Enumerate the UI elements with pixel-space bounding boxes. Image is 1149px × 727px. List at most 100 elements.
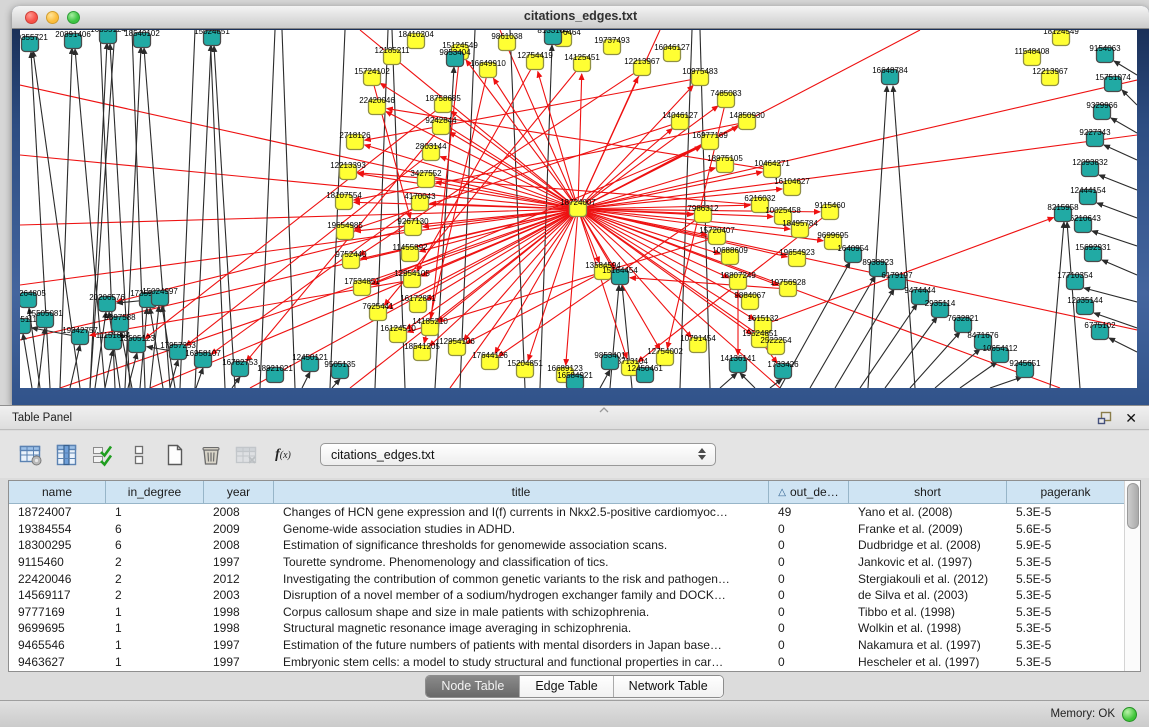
column-header-in_degree[interactable]: in_degree: [106, 481, 204, 503]
network-node[interactable]: 14125451: [564, 53, 600, 72]
cell-year[interactable]: 1998: [204, 621, 274, 635]
vertical-scrollbar[interactable]: [1124, 481, 1140, 671]
table-row[interactable]: 1872400712008Changes of HCN gene express…: [9, 504, 1125, 521]
network-node[interactable]: 9115460: [815, 201, 846, 220]
show-columns-button[interactable]: [52, 440, 82, 470]
cell-pagerank[interactable]: 5.3E-5: [1007, 588, 1125, 602]
network-node[interactable]: 14185210: [412, 317, 448, 336]
network-node[interactable]: 12754002: [647, 347, 683, 366]
network-node[interactable]: 9505135: [324, 360, 356, 379]
cell-in_degree[interactable]: 1: [106, 621, 204, 635]
network-node[interactable]: 7485083: [710, 89, 742, 108]
cell-in_degree[interactable]: 1: [106, 655, 204, 669]
cell-year[interactable]: 1997: [204, 555, 274, 569]
network-node[interactable]: 12213967: [1032, 67, 1068, 86]
cell-short[interactable]: Wolkin et al. (1998): [849, 621, 1007, 635]
cell-year[interactable]: 2003: [204, 588, 274, 602]
network-node[interactable]: 18107554: [326, 191, 362, 210]
cell-out_degree[interactable]: 0: [769, 555, 849, 569]
network-node[interactable]: 17644126: [472, 351, 508, 370]
cell-title[interactable]: Estimation of significance thresholds fo…: [274, 538, 769, 552]
cell-out_degree[interactable]: 0: [769, 638, 849, 652]
cell-year[interactable]: 1998: [204, 605, 274, 619]
close-panel-icon[interactable]: ✕: [1125, 411, 1137, 425]
network-node[interactable]: 12035144: [1067, 296, 1103, 315]
table-row[interactable]: 1938455462009Genome-wide association stu…: [9, 521, 1125, 538]
network-node[interactable]: 19355721: [20, 33, 48, 52]
network-node[interactable]: 18124549: [1043, 30, 1079, 46]
float-panel-icon[interactable]: [1097, 411, 1112, 425]
table-row[interactable]: 969969511998Structural magnetic resonanc…: [9, 620, 1125, 637]
network-node[interactable]: 16958107: [185, 349, 221, 368]
cell-short[interactable]: Stergiakouli et al. (2012): [849, 572, 1007, 586]
table-row[interactable]: 911546021997Tourette syndrome. Phenomeno…: [9, 554, 1125, 571]
network-node[interactable]: 15724102: [354, 67, 390, 86]
cell-short[interactable]: Jankovic et al. (1997): [849, 555, 1007, 569]
table-selector-dropdown[interactable]: citations_edges.txt: [320, 443, 716, 466]
cell-year[interactable]: 2009: [204, 522, 274, 536]
cell-title[interactable]: Embryonic stem cells: a model to study s…: [274, 655, 769, 669]
network-node[interactable]: 22420046: [359, 96, 395, 115]
cell-title[interactable]: Changes of HCN gene expression and I(f) …: [274, 505, 769, 519]
cell-out_degree[interactable]: 0: [769, 621, 849, 635]
network-node[interactable]: 16355124: [90, 30, 126, 44]
cell-short[interactable]: Hescheler et al. (1997): [849, 655, 1007, 669]
cell-in_degree[interactable]: 2: [106, 555, 204, 569]
network-node[interactable]: 15024851: [194, 30, 230, 46]
network-node[interactable]: 18921021: [257, 364, 293, 383]
network-node[interactable]: 9154063: [1089, 44, 1121, 63]
network-node[interactable]: 18975105: [707, 154, 743, 173]
cell-title[interactable]: Structural magnetic resonance image aver…: [274, 621, 769, 635]
cell-name[interactable]: 9699695: [9, 621, 106, 635]
network-node[interactable]: 12444154: [1070, 186, 1106, 205]
cell-in_degree[interactable]: 6: [106, 522, 204, 536]
network-node[interactable]: 12093832: [1072, 158, 1108, 177]
cell-out_degree[interactable]: 0: [769, 538, 849, 552]
table-row[interactable]: 946362711997Embryonic stem cells: a mode…: [9, 653, 1125, 670]
table-row[interactable]: 2242004622012Investigating the contribut…: [9, 570, 1125, 587]
network-node[interactable]: 9861038: [491, 32, 523, 51]
network-node[interactable]: 9227343: [1079, 128, 1111, 147]
cell-name[interactable]: 9463627: [9, 655, 106, 669]
cell-name[interactable]: 19384554: [9, 522, 106, 536]
cell-pagerank[interactable]: 5.3E-5: [1007, 605, 1125, 619]
cell-pagerank[interactable]: 5.3E-5: [1007, 638, 1125, 652]
column-header-pagerank[interactable]: pagerank: [1007, 481, 1125, 503]
network-node[interactable]: 12954105: [394, 269, 430, 288]
cell-pagerank[interactable]: 5.6E-5: [1007, 522, 1125, 536]
network-node[interactable]: 16104627: [774, 177, 810, 196]
cell-name[interactable]: 9115460: [9, 555, 106, 569]
delete-column-button[interactable]: [196, 440, 226, 470]
cell-in_degree[interactable]: 1: [106, 505, 204, 519]
cell-pagerank[interactable]: 5.3E-5: [1007, 505, 1125, 519]
cell-in_degree[interactable]: 6: [106, 538, 204, 552]
cell-name[interactable]: 18724007: [9, 505, 106, 519]
cell-title[interactable]: Genome-wide association studies in ADHD.: [274, 522, 769, 536]
cell-in_degree[interactable]: 2: [106, 572, 204, 586]
scrollbar-thumb[interactable]: [1127, 483, 1139, 529]
tab-edge-table[interactable]: Edge Table: [519, 676, 612, 697]
cell-short[interactable]: Franke et al. (2009): [849, 522, 1007, 536]
cell-short[interactable]: Dudbridge et al. (2008): [849, 538, 1007, 552]
network-node[interactable]: 9245651: [1009, 359, 1041, 378]
network-node[interactable]: 18758685: [425, 94, 461, 113]
network-node[interactable]: 20264805: [20, 289, 46, 308]
cell-name[interactable]: 18300295: [9, 538, 106, 552]
table-row[interactable]: 1456911722003Disruption of a novel membe…: [9, 587, 1125, 604]
cell-in_degree[interactable]: 1: [106, 638, 204, 652]
network-node[interactable]: 19654923: [779, 248, 815, 267]
column-header-name[interactable]: name: [9, 481, 106, 503]
network-node[interactable]: 12185211: [375, 46, 411, 65]
network-canvas[interactable]: 1872400722420046271812612213393181075541…: [20, 30, 1137, 388]
table-row[interactable]: 1830029562008Estimation of significance …: [9, 537, 1125, 554]
network-node[interactable]: 16649910: [470, 59, 506, 78]
row-height-button[interactable]: [124, 440, 154, 470]
table-row[interactable]: 946554611997Estimation of the future num…: [9, 637, 1125, 654]
network-node[interactable]: 11548408: [1015, 47, 1051, 66]
cell-year[interactable]: 2008: [204, 538, 274, 552]
cell-pagerank[interactable]: 5.5E-5: [1007, 572, 1125, 586]
network-node[interactable]: 7632821: [947, 314, 979, 333]
network-node[interactable]: 16584921: [557, 371, 593, 388]
network-node[interactable]: 16782753: [222, 358, 258, 377]
network-node[interactable]: 6775102: [1084, 321, 1116, 340]
